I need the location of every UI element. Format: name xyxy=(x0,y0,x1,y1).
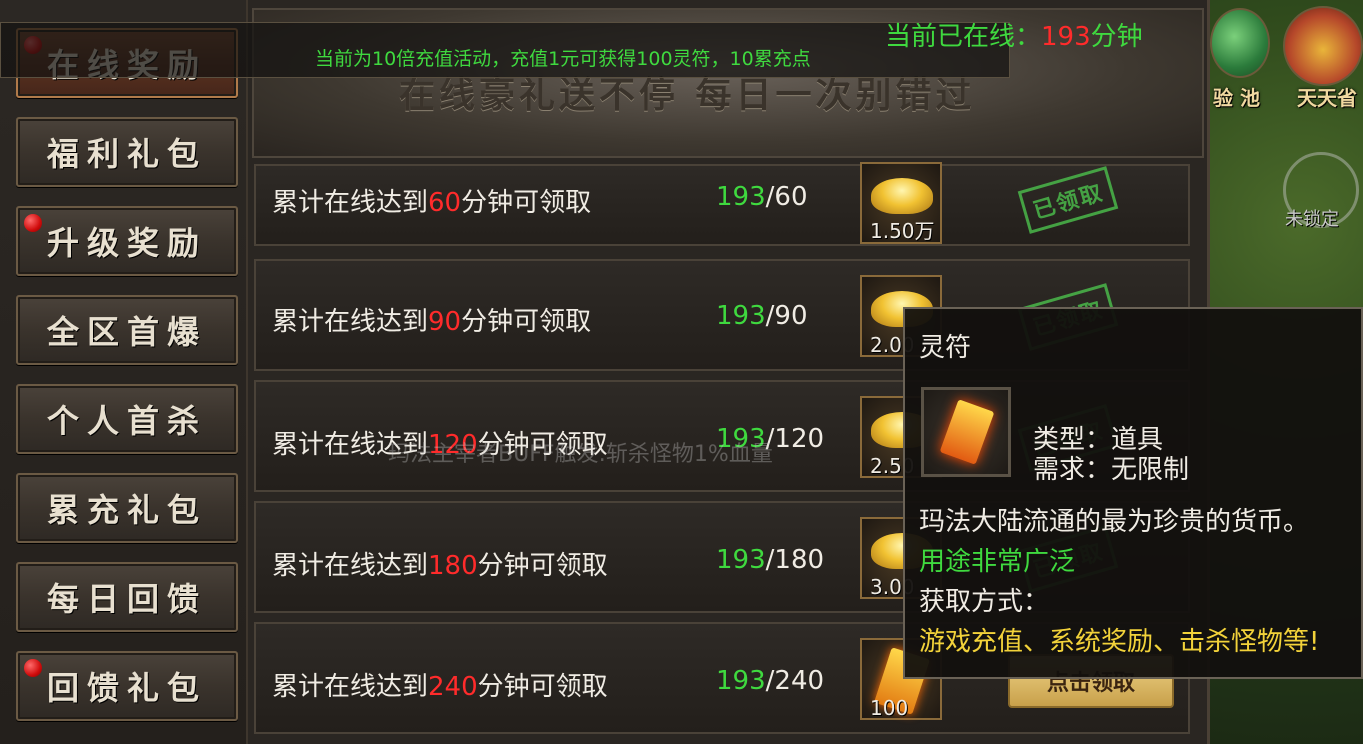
sidebar-item-personal-first-kill[interactable]: 个人首杀 xyxy=(16,384,238,454)
reward-progress: 193/240 xyxy=(716,666,825,696)
daily-savings-icon[interactable] xyxy=(1283,6,1363,86)
online-time-minutes: 193 xyxy=(1041,22,1091,52)
sidebar-item-feedback-pack[interactable]: 回馈礼包 xyxy=(16,651,238,721)
sidebar-item-label: 全区首爆 xyxy=(46,313,207,351)
online-time-suffix: 分钟 xyxy=(1090,22,1143,52)
combat-buff-text: 玛法主宰者BUFF触发:斩杀怪物1%血量 xyxy=(388,442,773,467)
tooltip-source: 游戏充值、系统奖励、击杀怪物等! xyxy=(919,627,1320,657)
gold-ingot-item-slot[interactable]: 1.50万 xyxy=(860,162,942,244)
experience-pool-label: 验 池 xyxy=(1213,86,1260,110)
sidebar-item-daily-feedback[interactable]: 每日回馈 xyxy=(16,562,238,632)
reward-row: 累计在线达到60分钟可领取 193/60 1.50万 已领取 xyxy=(254,162,1190,246)
sidebar-item-label: 累充礼包 xyxy=(46,491,207,529)
sidebar-item-recharge-pack[interactable]: 累充礼包 xyxy=(16,473,238,543)
tooltip-item-name: 灵符 xyxy=(919,333,972,363)
sidebar-item-welfare-pack[interactable]: 福利礼包 xyxy=(16,117,238,187)
item-quantity: 1.50万 xyxy=(870,219,935,243)
reward-requirement: 累计在线达到90分钟可领取 xyxy=(272,307,592,337)
reward-requirement: 累计在线达到240分钟可领取 xyxy=(272,672,608,702)
tooltip-item-requirement: 需求：无限制 xyxy=(1033,455,1190,485)
claimed-stamp: 已领取 xyxy=(1017,166,1119,234)
target-lock-label: 未锁定 xyxy=(1285,209,1339,230)
tooltip-source-title: 获取方式： xyxy=(919,587,1050,617)
reward-progress: 193/60 xyxy=(716,182,808,212)
reward-requirement: 累计在线达到60分钟可领取 xyxy=(272,188,592,218)
tooltip-usage: 用途非常广泛 xyxy=(919,547,1076,577)
talisman-icon xyxy=(939,399,995,465)
item-quantity: 100 xyxy=(870,696,909,720)
online-time-prefix: 当前已在线： xyxy=(885,22,1042,52)
notification-dot-icon xyxy=(24,214,42,232)
daily-savings-label: 天天省 xyxy=(1297,86,1357,110)
notification-dot-icon xyxy=(24,659,42,677)
gold-ingot-icon xyxy=(871,178,933,214)
tooltip-description: 玛法大陆流通的最为珍贵的货币。 xyxy=(919,507,1310,537)
reward-progress: 193/180 xyxy=(716,545,825,575)
reward-progress: 193/90 xyxy=(716,301,808,331)
sidebar: 在线奖励 福利礼包 升级奖励 全区首爆 个人首杀 累充礼包 每日回馈 回馈礼包 xyxy=(0,0,248,744)
tooltip-talisman-icon xyxy=(921,387,1011,477)
recharge-notice: 当前为10倍充值活动，充值1元可获得100灵符，10累充点 xyxy=(315,48,811,70)
reward-requirement: 累计在线达到180分钟可领取 xyxy=(272,551,608,581)
sidebar-item-label: 每日回馈 xyxy=(46,580,207,618)
experience-pool-icon[interactable] xyxy=(1210,8,1270,78)
sidebar-item-label: 回馈礼包 xyxy=(46,669,207,707)
sidebar-item-label: 升级奖励 xyxy=(46,224,207,262)
online-time-display: 当前已在线：193分钟 xyxy=(885,16,1143,53)
sidebar-item-server-first-drop[interactable]: 全区首爆 xyxy=(16,295,238,365)
sidebar-item-label: 福利礼包 xyxy=(46,135,207,173)
item-tooltip: 灵符 类型：道具 需求：无限制 玛法大陆流通的最为珍贵的货币。 用途非常广泛 获… xyxy=(903,307,1363,679)
sidebar-item-level-reward[interactable]: 升级奖励 xyxy=(16,206,238,276)
sidebar-item-label: 个人首杀 xyxy=(46,402,207,440)
